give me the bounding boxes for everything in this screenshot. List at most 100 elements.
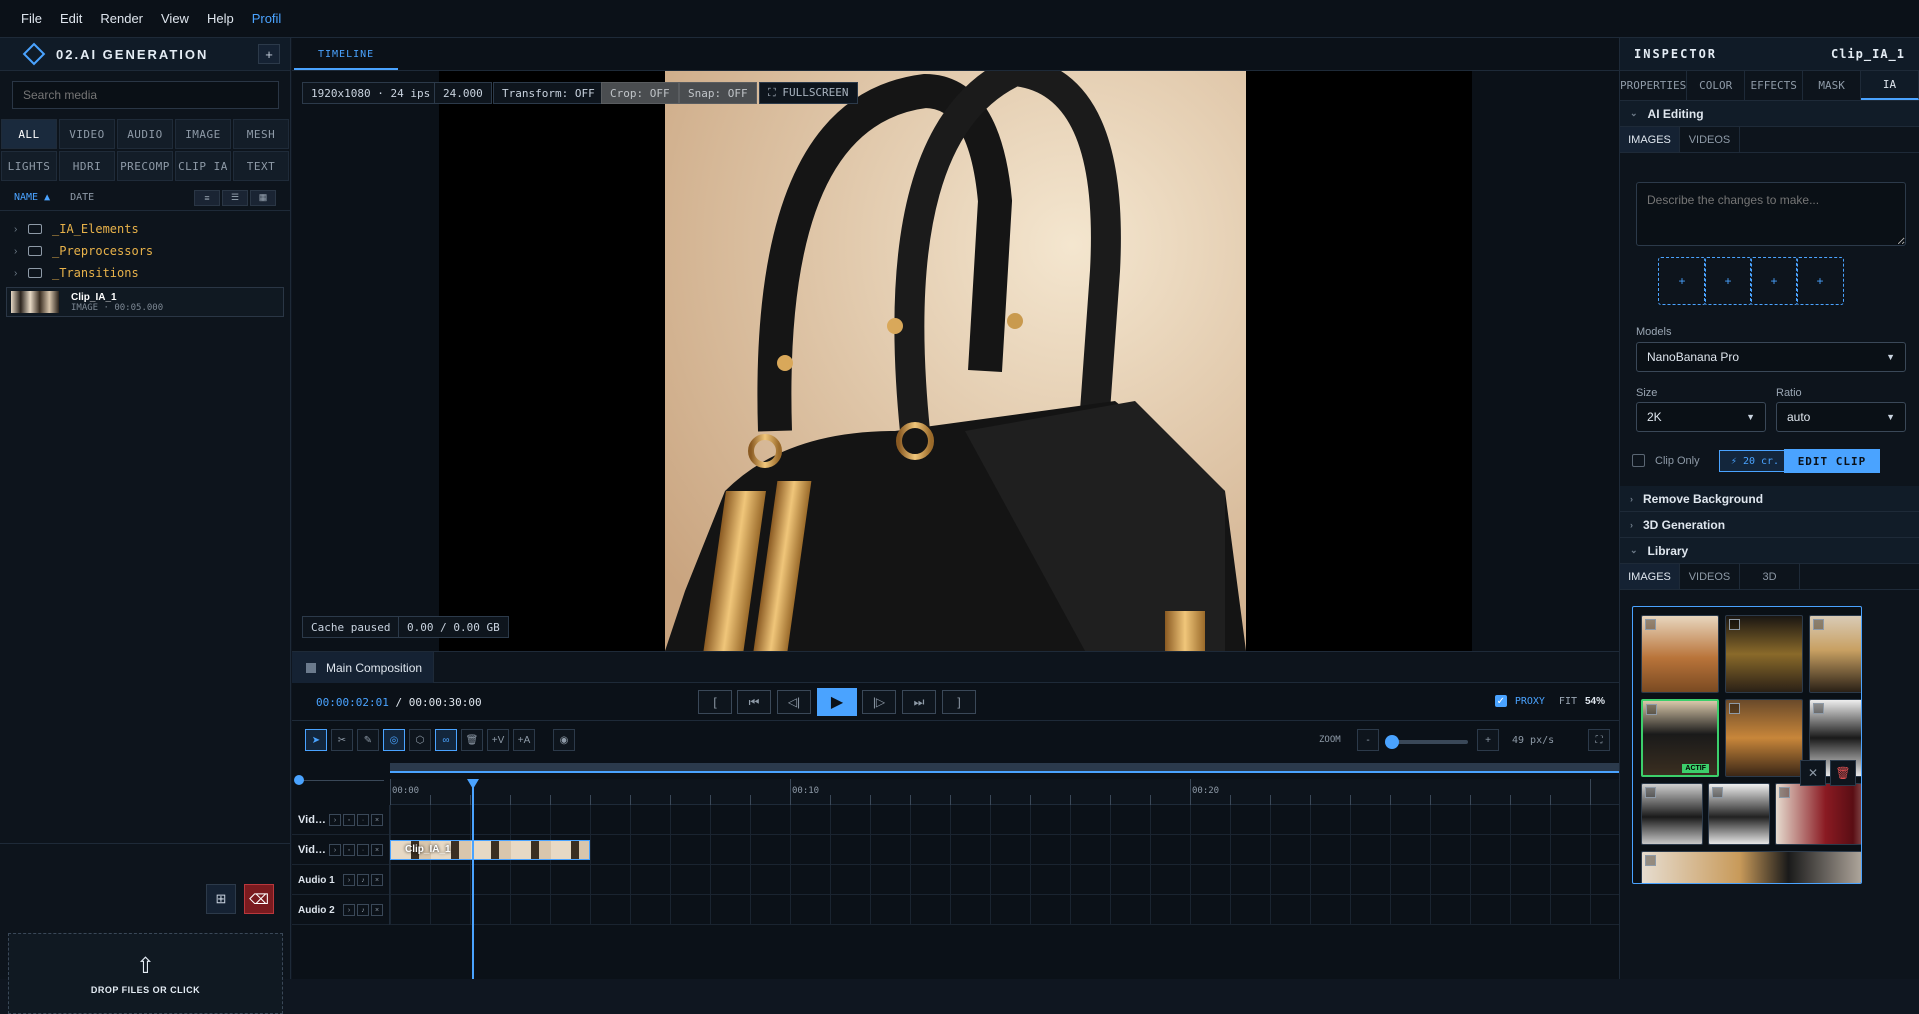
zoom-out-button[interactable]: -: [1357, 729, 1379, 751]
filter-lights[interactable]: LIGHTS: [1, 151, 57, 181]
folder-item[interactable]: › _IA_Elements: [0, 219, 290, 239]
menu-file[interactable]: File: [21, 11, 42, 26]
playhead[interactable]: [472, 779, 474, 979]
mute-icon[interactable]: ♪: [357, 904, 369, 916]
filter-precomp[interactable]: PRECOMP: [117, 151, 173, 181]
reference-slot[interactable]: +: [1704, 257, 1752, 305]
select-checkbox[interactable]: [1645, 787, 1656, 798]
ai-editing-section[interactable]: ⌄ AI Editing: [1620, 101, 1919, 127]
select-checkbox[interactable]: [1813, 619, 1824, 630]
tab-ia[interactable]: IA: [1861, 71, 1919, 100]
chevron-right-icon[interactable]: ›: [14, 224, 28, 235]
prompt-input[interactable]: [1636, 182, 1906, 246]
library-section[interactable]: ⌄ Library: [1620, 538, 1919, 564]
track-lane[interactable]: [390, 805, 1619, 835]
go-to-end-button[interactable]: ⏭: [902, 690, 936, 714]
subtab-videos[interactable]: VIDEOS: [1680, 564, 1740, 589]
folder-item[interactable]: › _Transitions: [0, 263, 290, 283]
select-checkbox[interactable]: [1729, 619, 1740, 630]
lock-icon[interactable]: ›: [329, 814, 341, 826]
sort-name[interactable]: NAME ▲: [14, 192, 50, 203]
menu-render[interactable]: Render: [100, 11, 143, 26]
new-folder-button[interactable]: ⊞: [206, 884, 236, 914]
viewer[interactable]: 1920x1080 · 24 ips 24.000 Transform: OFF…: [292, 71, 1619, 651]
clip-only-toggle[interactable]: Clip Only: [1632, 454, 1700, 467]
tab-effects[interactable]: EFFECTS: [1745, 71, 1804, 100]
3d-generation-section[interactable]: › 3D Generation: [1620, 512, 1919, 538]
snap-toggle[interactable]: Snap: OFF: [679, 82, 757, 104]
library-thumbnail[interactable]: [1775, 783, 1861, 845]
track-lane[interactable]: [390, 865, 1619, 895]
remove-background-section[interactable]: › Remove Background: [1620, 486, 1919, 512]
size-select[interactable]: 2K ▼: [1636, 402, 1766, 432]
zoom-slider-handle[interactable]: [1385, 735, 1399, 749]
proxy-checkbox[interactable]: ✓: [1494, 695, 1507, 707]
mute-icon[interactable]: ♪: [357, 874, 369, 886]
step-forward-button[interactable]: |▷: [862, 690, 896, 714]
eye-icon[interactable]: ◦: [343, 844, 355, 856]
timeline-clip[interactable]: Clip_IA_1: [390, 840, 590, 860]
library-thumbnail[interactable]: [1809, 615, 1861, 693]
filter-video[interactable]: VIDEO: [59, 119, 115, 149]
subtab-videos[interactable]: VIDEOS: [1680, 127, 1740, 152]
sort-date[interactable]: DATE: [70, 192, 94, 203]
timeline-scrollbar[interactable]: [390, 763, 1619, 773]
eye-icon[interactable]: ◦: [343, 814, 355, 826]
fit-value[interactable]: 54%: [1585, 696, 1605, 707]
delete-tool-icon[interactable]: 🗑: [461, 729, 483, 751]
cube-tool-icon[interactable]: ⬡: [409, 729, 431, 751]
link-tool-icon[interactable]: ∞: [435, 729, 457, 751]
expand-icon[interactable]: ›: [343, 904, 355, 916]
playhead-marker[interactable]: [467, 779, 479, 789]
menu-help[interactable]: Help: [207, 11, 234, 26]
grid-view-icon[interactable]: ▦: [250, 189, 276, 206]
mute-icon[interactable]: ·: [357, 814, 369, 826]
library-thumbnail[interactable]: [1725, 615, 1803, 693]
mute-icon[interactable]: ·: [357, 844, 369, 856]
track-lane[interactable]: [390, 895, 1619, 925]
select-checkbox[interactable]: [1813, 703, 1824, 714]
pen-tool-icon[interactable]: ✎: [357, 729, 379, 751]
ratio-select[interactable]: auto ▼: [1776, 402, 1906, 432]
crop-toggle[interactable]: Crop: OFF: [601, 82, 679, 104]
search-input[interactable]: [12, 81, 279, 109]
zoom-in-button[interactable]: +: [1477, 729, 1499, 751]
select-tool-icon[interactable]: ➤: [305, 729, 327, 751]
go-to-start-button[interactable]: ⏮: [737, 690, 771, 714]
menu-edit[interactable]: Edit: [60, 11, 82, 26]
filter-clip-ia[interactable]: CLIP IA: [175, 151, 231, 181]
playback-slider-track[interactable]: [298, 780, 384, 781]
tab-mask[interactable]: MASK: [1803, 71, 1862, 100]
tab-color[interactable]: COLOR: [1687, 71, 1746, 100]
reference-slot[interactable]: +: [1658, 257, 1706, 305]
drop-zone[interactable]: ⇧ DROP FILES OR CLICK: [8, 933, 283, 1014]
folder-item[interactable]: › _Preprocessors: [0, 241, 290, 261]
cut-tool-icon[interactable]: ✂: [331, 729, 353, 751]
select-checkbox[interactable]: [1645, 855, 1656, 866]
mark-in-button[interactable]: [: [698, 690, 732, 714]
filter-image[interactable]: IMAGE: [175, 119, 231, 149]
select-checkbox[interactable]: [1712, 787, 1723, 798]
tab-timeline[interactable]: TIMELINE: [294, 49, 399, 70]
chevron-right-icon[interactable]: ›: [14, 268, 28, 279]
reference-slot[interactable]: +: [1796, 257, 1844, 305]
trash-icon[interactable]: 🗑: [1830, 760, 1856, 786]
playback-slider-handle[interactable]: [294, 775, 304, 785]
time-ruler[interactable]: 00:00 00:10 00:20: [390, 779, 1619, 805]
clear-button[interactable]: ⌫: [244, 884, 274, 914]
solo-icon[interactable]: ×: [371, 904, 383, 916]
timeline[interactable]: 00:00 00:10 00:20 Vid… › ◦ · × Vid… › ◦ · × Cl…: [292, 759, 1619, 979]
subtab-3d[interactable]: 3D: [1740, 564, 1800, 589]
filter-text[interactable]: TEXT: [233, 151, 289, 181]
select-checkbox[interactable]: [1645, 619, 1656, 630]
solo-icon[interactable]: ×: [371, 844, 383, 856]
play-button[interactable]: ▶: [817, 688, 857, 716]
filter-hdri[interactable]: HDRI: [59, 151, 115, 181]
subtab-images[interactable]: IMAGES: [1620, 127, 1680, 152]
filter-mesh[interactable]: MESH: [233, 119, 289, 149]
media-item[interactable]: Clip_IA_1 IMAGE · 00:05.000: [6, 287, 284, 317]
fullscreen-button[interactable]: ⛶ FULLSCREEN: [759, 82, 858, 104]
expand-icon[interactable]: ›: [343, 874, 355, 886]
lock-icon[interactable]: ›: [329, 844, 341, 856]
tab-properties[interactable]: PROPERTIES: [1620, 71, 1688, 100]
